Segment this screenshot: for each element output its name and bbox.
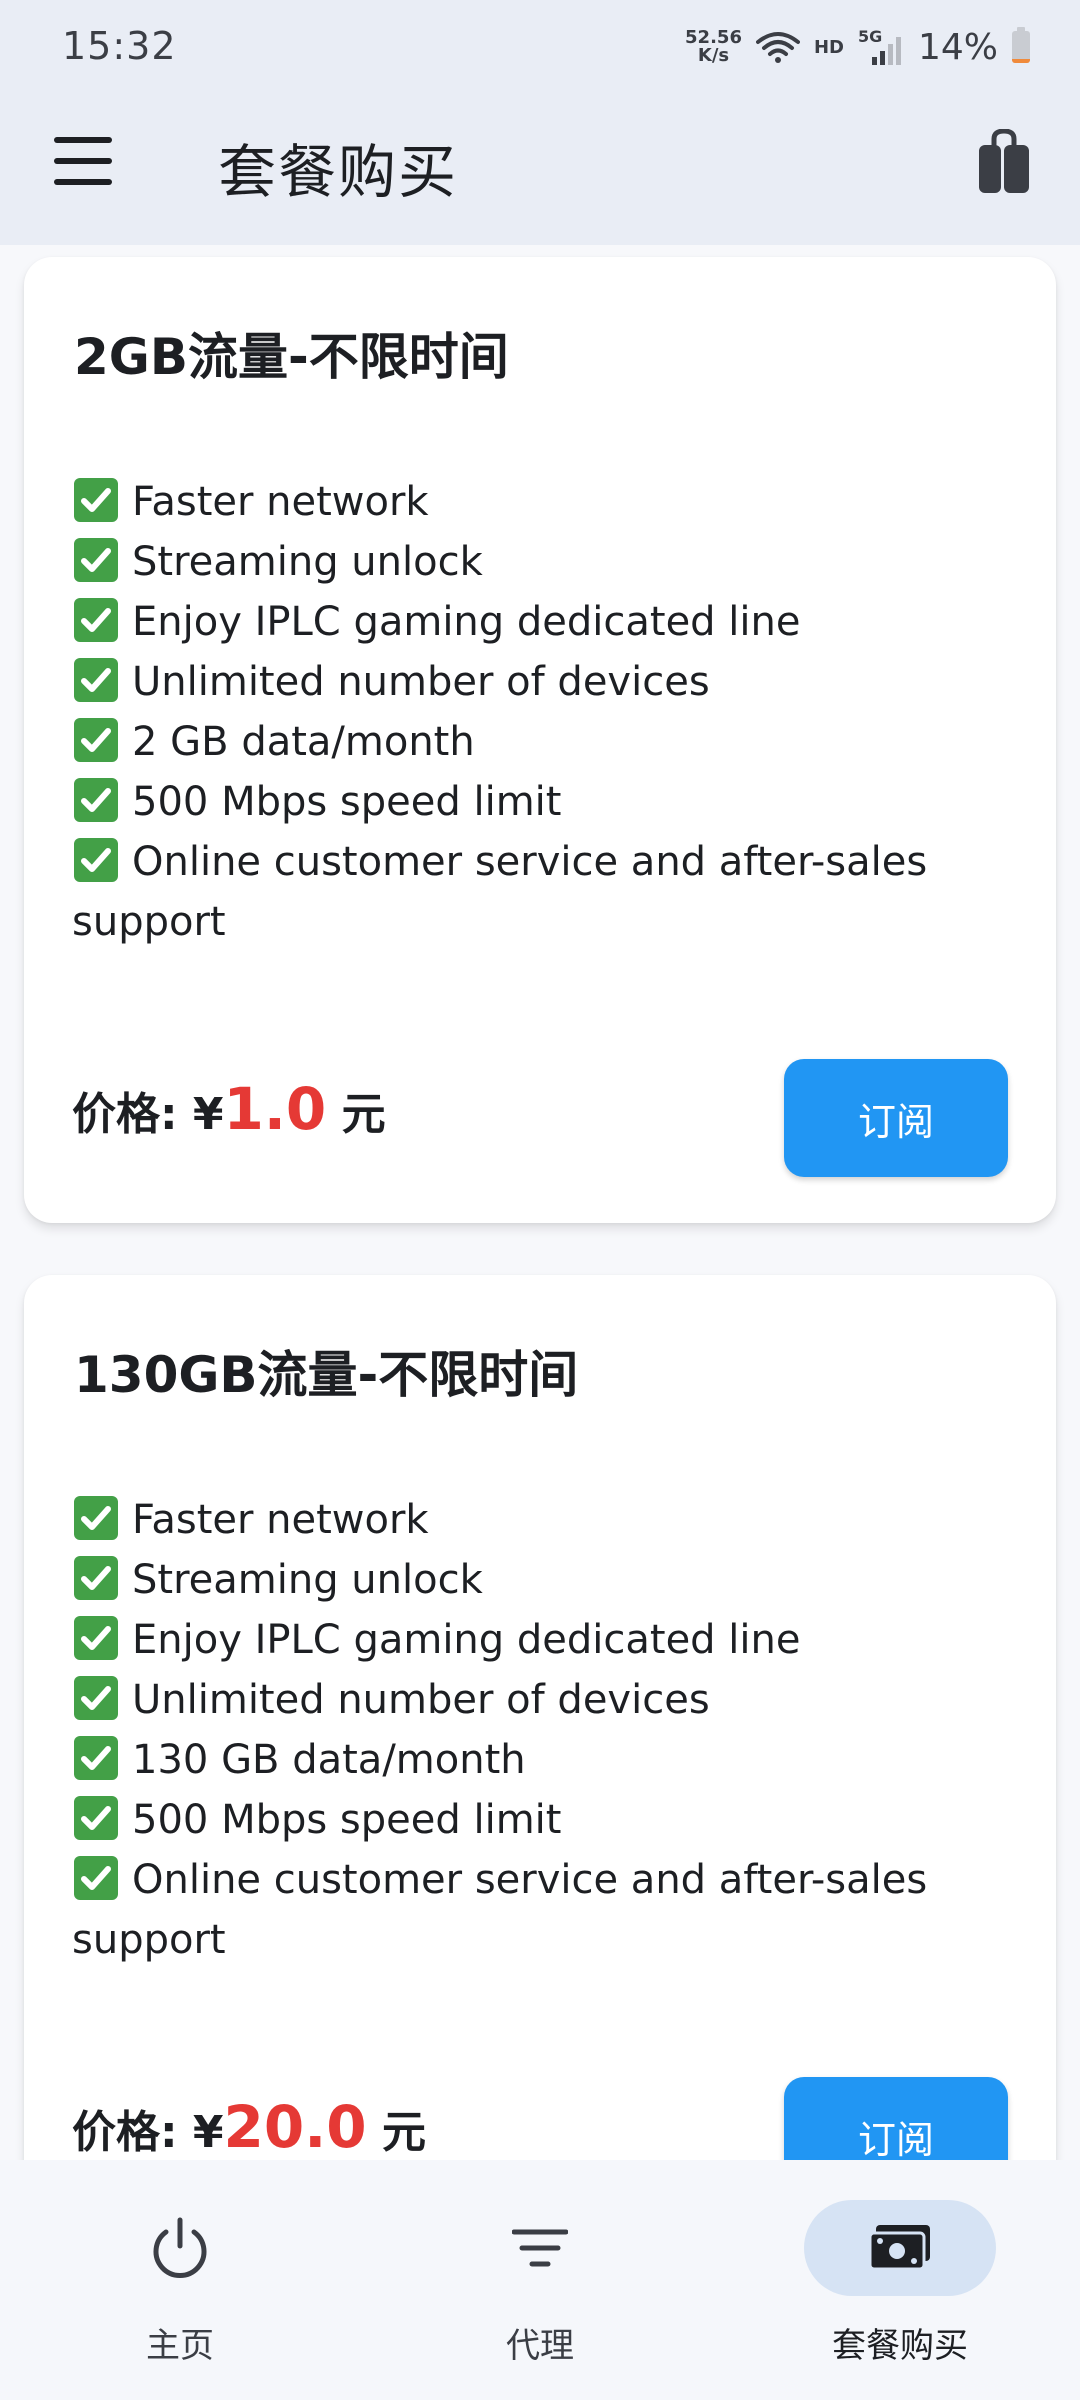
nav-icon-container xyxy=(804,2200,996,2296)
status-icons: 52.56 K/s HD 5G 14% xyxy=(685,22,1030,72)
plan-title: 2GB流量-不限时间 xyxy=(74,328,509,386)
network-speed-unit: K/s xyxy=(697,45,730,66)
menu-icon xyxy=(54,137,112,143)
feature-text: Streaming unlock xyxy=(132,539,483,585)
feature-item: Streaming unlock xyxy=(72,532,1012,592)
check-icon xyxy=(72,716,120,764)
price-amount: 20.0 xyxy=(223,2093,367,2160)
menu-icon-line xyxy=(54,158,112,164)
cell-signal-icon xyxy=(871,37,901,65)
price-label: 价格: ¥ xyxy=(72,1089,224,1140)
feature-text: Unlimited number of devices xyxy=(132,1677,710,1723)
feature-item: Enjoy IPLC gaming dedicated line xyxy=(72,1610,1012,1670)
nav-label: 主页 xyxy=(146,2326,214,2366)
money-icon xyxy=(868,2225,930,2271)
check-icon xyxy=(72,1554,120,1602)
feature-item: Online customer service and after-sales … xyxy=(72,832,1012,952)
feature-list: Faster network Streaming unlock Enjoy IP… xyxy=(72,472,1012,952)
status-time: 15:32 xyxy=(62,24,177,68)
feature-list: Faster network Streaming unlock Enjoy IP… xyxy=(72,1490,1012,1970)
price-unit: 元 xyxy=(366,2107,426,2158)
cell-signal: 5G xyxy=(858,27,904,67)
screen: 15:32 52.56 K/s HD 5G 14% 套餐购买 2GB流量-不限时… xyxy=(0,0,1080,2400)
shopping-bag-button[interactable] xyxy=(976,128,1032,195)
feature-item: Enjoy IPLC gaming dedicated line xyxy=(72,592,1012,652)
feature-text: Unlimited number of devices xyxy=(132,659,710,705)
battery-icon xyxy=(1012,27,1030,63)
price-row: 价格: ¥1.0 元 xyxy=(72,1075,386,1143)
feature-text: 2 GB data/month xyxy=(132,719,475,765)
menu-icon-line xyxy=(54,179,112,185)
bottom-navigation: 主页 代理 套餐购买 xyxy=(0,2160,1080,2400)
plan-card: 2GB流量-不限时间 Faster network Streaming unlo… xyxy=(24,257,1056,1223)
feature-text: 130 GB data/month xyxy=(132,1737,526,1783)
wifi-icon xyxy=(755,32,800,63)
price-row: 价格: ¥20.0 元 xyxy=(72,2093,426,2160)
shopping-bag-icon xyxy=(979,128,1029,193)
check-icon xyxy=(72,1614,120,1662)
plan-title: 130GB流量-不限时间 xyxy=(74,1346,579,1404)
nav-item-home[interactable]: 主页 xyxy=(50,2200,310,2370)
filter-icon xyxy=(512,2229,568,2267)
nav-label: 套餐购买 xyxy=(832,2326,968,2366)
feature-item: 2 GB data/month xyxy=(72,712,1012,772)
feature-item: Streaming unlock xyxy=(72,1550,1012,1610)
check-icon xyxy=(72,476,120,524)
feature-text: Enjoy IPLC gaming dedicated line xyxy=(132,599,801,645)
nav-item-proxy[interactable]: 代理 xyxy=(410,2200,670,2370)
feature-item: Unlimited number of devices xyxy=(72,1670,1012,1730)
check-icon xyxy=(72,596,120,644)
network-speed: 52.56 K/s xyxy=(685,29,742,65)
feature-item: 500 Mbps speed limit xyxy=(72,772,1012,832)
power-icon xyxy=(153,2217,207,2278)
nav-item-plan-purchase[interactable]: 套餐购买 xyxy=(770,2200,1030,2370)
feature-item: Online customer service and after-sales … xyxy=(72,1850,1012,1970)
price-label: 价格: ¥ xyxy=(72,2107,224,2158)
plan-list[interactable]: 2GB流量-不限时间 Faster network Streaming unlo… xyxy=(0,245,1080,2160)
feature-text: Online customer service and after-sales … xyxy=(72,839,928,945)
check-icon xyxy=(72,1794,120,1842)
check-icon xyxy=(72,536,120,584)
check-icon xyxy=(72,1734,120,1782)
feature-item: Faster network xyxy=(72,1490,1012,1550)
feature-item: Unlimited number of devices xyxy=(72,652,1012,712)
check-icon xyxy=(72,1854,120,1902)
nav-icon-container xyxy=(444,2200,636,2296)
price-amount: 1.0 xyxy=(223,1075,327,1143)
plan-card: 130GB流量-不限时间 Faster network Streaming un… xyxy=(24,1275,1056,2160)
feature-item: 130 GB data/month xyxy=(72,1730,1012,1790)
battery-percentage: 14% xyxy=(917,26,998,68)
hd-badge: HD xyxy=(813,36,844,58)
nav-icon-container xyxy=(84,2200,276,2296)
check-icon xyxy=(72,1674,120,1722)
app-bar: 套餐购买 xyxy=(0,95,1080,245)
feature-text: 500 Mbps speed limit xyxy=(132,1797,562,1843)
subscribe-button[interactable]: 订阅 xyxy=(784,1059,1008,1177)
status-bar: 15:32 52.56 K/s HD 5G 14% xyxy=(0,0,1080,95)
feature-text: Online customer service and after-sales … xyxy=(72,1857,928,1963)
check-icon xyxy=(72,836,120,884)
feature-text: Streaming unlock xyxy=(132,1557,483,1603)
feature-text: 500 Mbps speed limit xyxy=(132,779,562,825)
page-title: 套餐购买 xyxy=(218,138,459,206)
feature-text: Faster network xyxy=(132,1497,429,1543)
check-icon xyxy=(72,1494,120,1542)
subscribe-button[interactable]: 订阅 xyxy=(784,2077,1008,2160)
check-icon xyxy=(72,776,120,824)
feature-text: Enjoy IPLC gaming dedicated line xyxy=(132,1617,801,1663)
price-unit: 元 xyxy=(326,1089,386,1140)
check-icon xyxy=(72,656,120,704)
feature-text: Faster network xyxy=(132,479,429,525)
feature-item: 500 Mbps speed limit xyxy=(72,1790,1012,1850)
menu-button[interactable] xyxy=(52,137,116,189)
battery-level xyxy=(1012,59,1030,63)
nav-label: 代理 xyxy=(506,2326,574,2366)
feature-item: Faster network xyxy=(72,472,1012,532)
